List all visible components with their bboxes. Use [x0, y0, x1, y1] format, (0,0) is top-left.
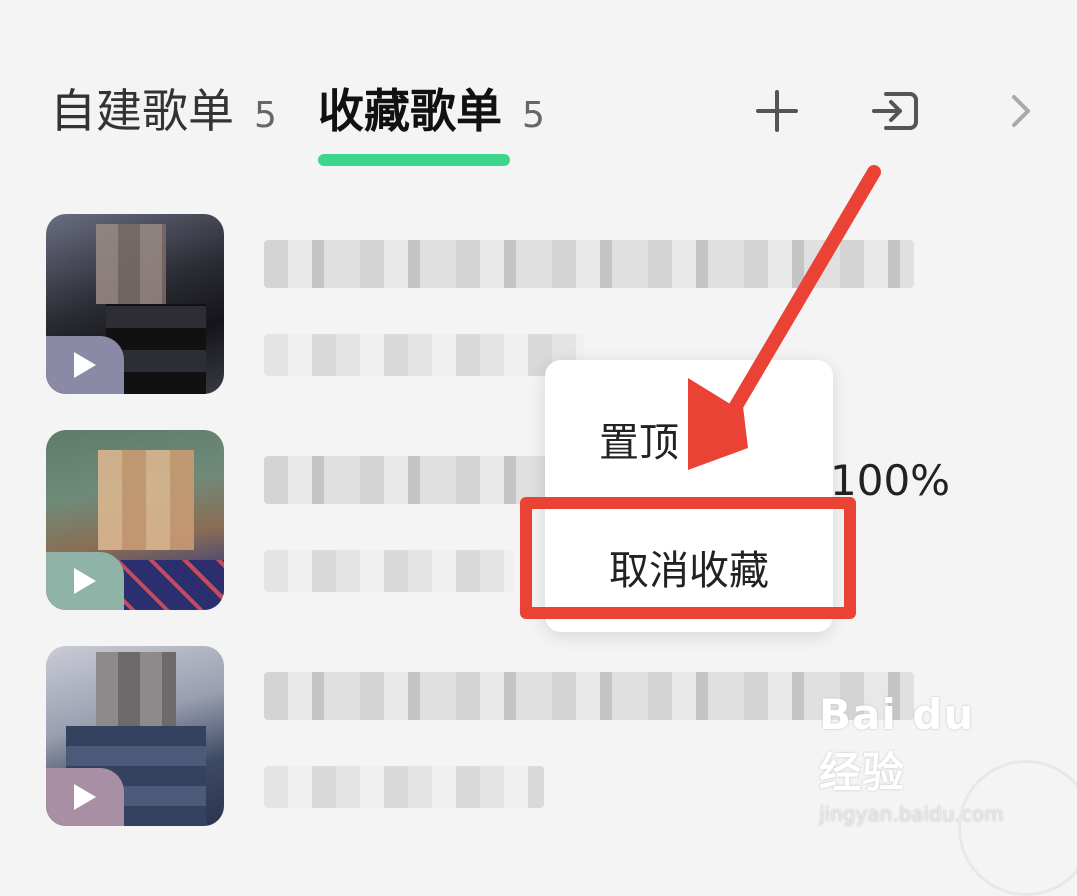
corner-circle — [958, 760, 1077, 896]
annotation-arrow-icon — [688, 165, 881, 470]
